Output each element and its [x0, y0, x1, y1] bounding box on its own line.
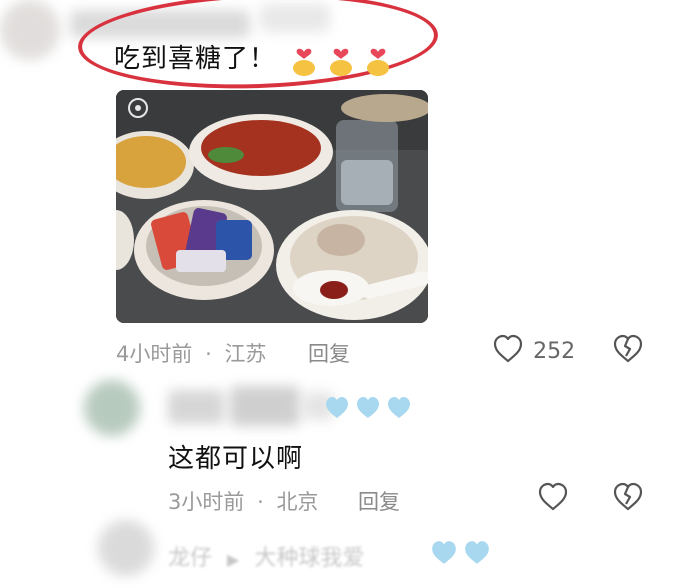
dislike-button[interactable]	[612, 482, 644, 516]
separator-dot: ·	[257, 490, 264, 514]
blue-heart-emojis	[430, 540, 491, 570]
hands-heart-emoji	[291, 46, 317, 80]
reply-meta: 3小时前 · 北京	[168, 486, 318, 516]
comment-location: 江苏	[224, 342, 267, 366]
separator-dot: ·	[205, 342, 212, 366]
hands-heart-emoji	[365, 46, 391, 80]
blue-heart-emoji	[324, 396, 350, 424]
broken-heart-icon	[612, 482, 644, 516]
hands-heart-emoji	[328, 46, 354, 80]
comment-meta: 4小时前 · 江苏	[116, 338, 266, 368]
comment-time: 4小时前	[116, 342, 193, 366]
like-count: 252	[533, 338, 576, 364]
reply-text: 这都可以啊	[168, 444, 304, 474]
reply2-header: 龙仔 ▶ 大种球我爱	[168, 540, 364, 572]
dislike-button[interactable]	[612, 334, 644, 368]
blue-heart-emoji	[430, 540, 458, 570]
broken-heart-icon	[612, 334, 644, 368]
comment-body: 吃到喜糖了！	[114, 38, 391, 80]
heart-outline-icon	[537, 482, 569, 516]
reply2-reply-to: 大种球我爱	[254, 546, 365, 571]
reply-time: 3小时前	[168, 490, 245, 514]
blue-heart-emoji	[463, 540, 491, 570]
blue-heart-emojis	[324, 396, 412, 424]
reply-location: 北京	[276, 490, 319, 514]
reply-button[interactable]: 回复	[358, 486, 400, 516]
reply-button[interactable]: 回复	[308, 338, 350, 368]
comment-photo[interactable]	[116, 90, 428, 323]
heart-outline-icon	[492, 334, 524, 368]
blue-heart-emoji	[355, 396, 381, 424]
like-button[interactable]	[537, 482, 569, 516]
blue-heart-emoji	[386, 396, 412, 424]
reply2-author: 龙仔	[168, 546, 213, 571]
like-button[interactable]: 252	[492, 334, 575, 368]
reply-arrow-icon: ▶	[227, 550, 240, 569]
blurred-avatar	[98, 520, 158, 580]
comment-text: 吃到喜糖了！	[114, 44, 277, 74]
